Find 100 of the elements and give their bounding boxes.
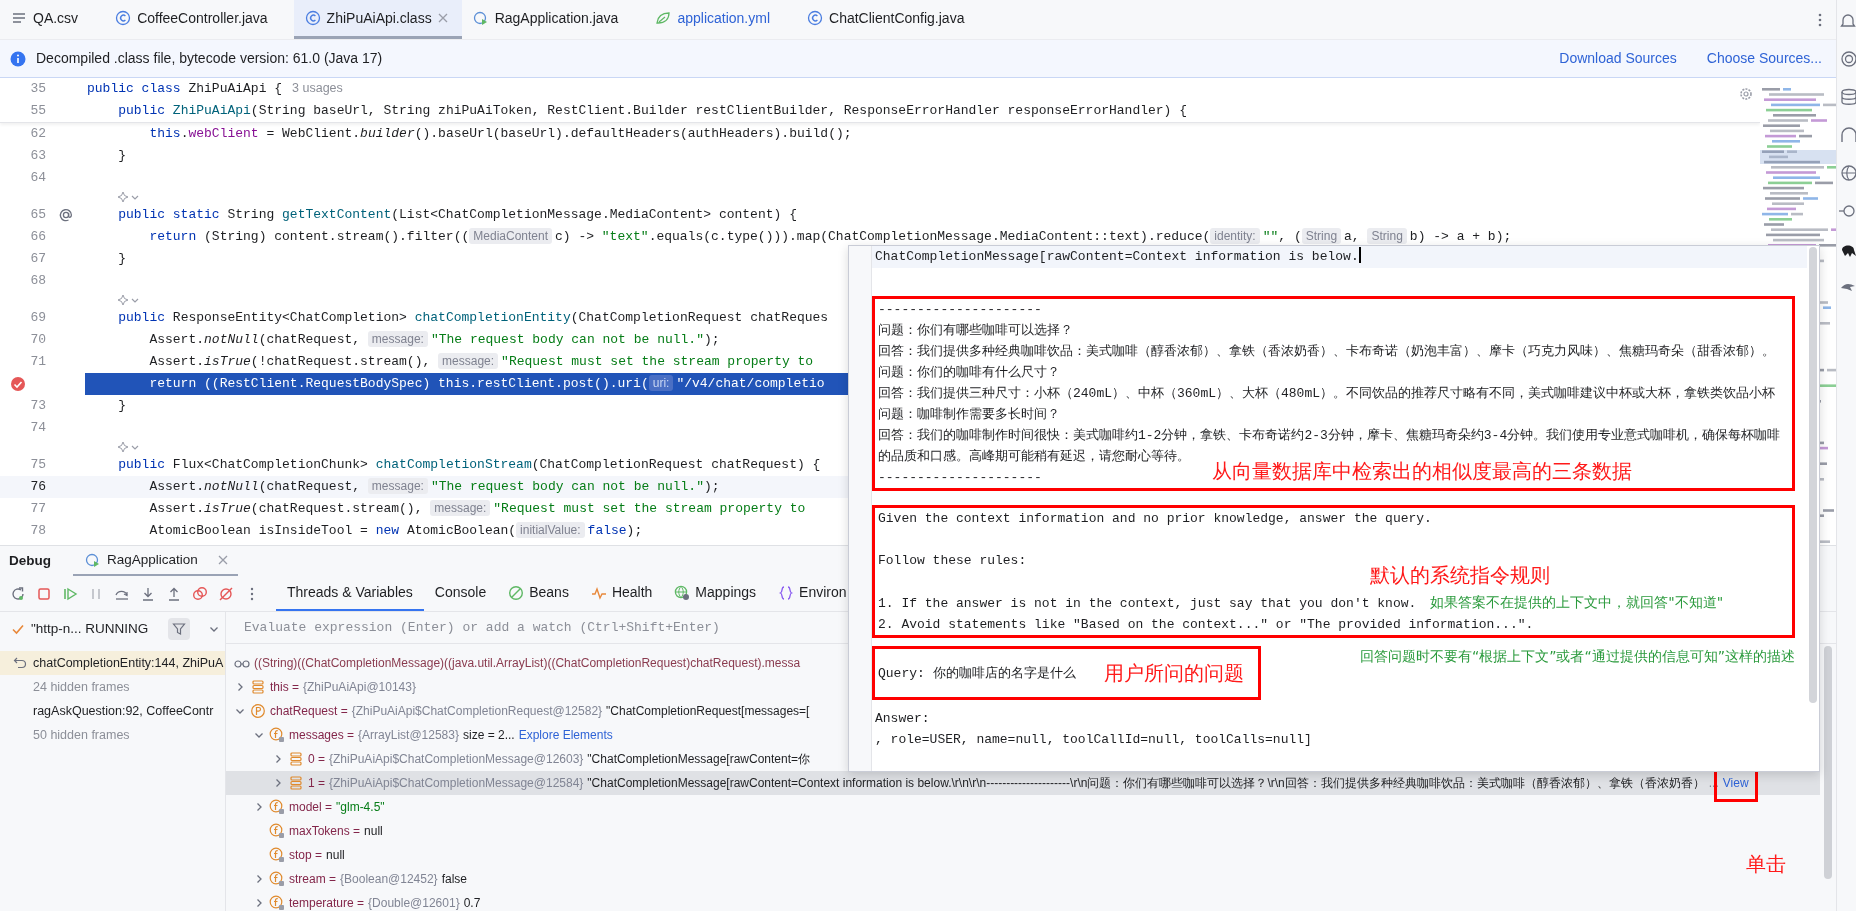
variable-name: stream =	[289, 871, 336, 888]
tab-label: application.yml	[677, 8, 770, 28]
line-number: 62	[30, 125, 46, 144]
variable-value: "glm-4.5"	[336, 799, 385, 816]
variable-value: "ChatCompletionMessage[rawContent=你	[587, 751, 811, 768]
variable-name: maxTokens =	[289, 823, 361, 840]
frame-label: ragAskQuestion:92, CoffeeContr	[33, 702, 214, 720]
variable-name: stop =	[289, 847, 323, 864]
code-line: public static String getTextContent(List<ChatCompletionMessage.MediaContent> content) {	[117, 206, 797, 225]
frame-label: chatCompletionEntity:144, ZhiPuA	[33, 654, 224, 672]
line-number: 67	[30, 250, 46, 269]
popup-line: , role=USER, name=null, toolCallId=null, toolCalls=null]	[875, 732, 1312, 747]
code-line: Assert.isTrue(chatRequest.stream(), message: "Request must set the stream property to	[148, 499, 806, 519]
thread-label: "http-n... RUNNING	[31, 619, 149, 638]
line-number: 71	[30, 353, 46, 372]
tab-label: Console	[434, 583, 487, 602]
tab-label: QA.csv	[33, 8, 79, 28]
tab-label: RagApplication.java	[494, 8, 619, 28]
variable-type: {ZhiPuAiApi$ChatCompletionRequest@12582}	[351, 703, 603, 720]
popup-line: 问题：咖啡制作需要多长时间？	[878, 407, 1060, 422]
tab-label: Beans	[529, 583, 569, 602]
tab-label: ChatClientConfig.java	[829, 8, 965, 28]
variable-value: null	[364, 823, 383, 840]
line-number: 63	[30, 147, 46, 166]
variable-name: this =	[270, 679, 299, 696]
line-number: 78	[30, 522, 46, 541]
popup-line: 回答：我们提供多种经典咖啡饮品：美式咖啡（醇香浓郁）、拿铁（香浓奶香）、卡布奇诺（奶泡丰富）、摩卡（巧克力风味）、焦糖玛奇朵（甜香浓郁）。	[878, 344, 1775, 359]
line-number: 73	[30, 397, 46, 416]
line-number: 69	[30, 309, 46, 328]
code-line: }	[117, 250, 126, 269]
annotation-label: 单击	[1746, 851, 1786, 878]
hidden-frames-label: 50 hidden frames	[33, 726, 130, 744]
code-line: AtomicBoolean isInsideTool = new AtomicBoolean( initialValue: false);	[148, 521, 643, 541]
variable-type: {ZhiPuAiApi@10143}	[303, 679, 416, 696]
variable-name: model =	[289, 799, 333, 816]
variable-type: {ZhiPuAiApi$ChatCompletionMessage@12584}	[329, 775, 584, 792]
line-number: 65	[30, 206, 46, 225]
tab-label: Threads & Variables	[287, 583, 413, 602]
code-line: public ZhiPuAiApi(String baseUrl, String zhiPuAiToken, RestClient.Builder restClientBuilder, ResponseErrorHandler responseErrorHandler) {	[117, 102, 1187, 121]
popup-line: ChatCompletionMessage[rawContent=Context information is below.	[875, 249, 1359, 264]
code-line: public ResponseEntity<ChatCompletion> chatCompletionEntity(ChatCompletionRequest chatReques	[117, 309, 829, 328]
tab-label: RagApplication	[107, 550, 198, 569]
popup-line: 2. Avoid statements like "Based on the context..." or "The provided information...".	[878, 617, 1534, 632]
line-number: 77	[30, 500, 46, 519]
variable-type: {ZhiPuAiApi$ChatCompletionMessage@12603}	[329, 751, 584, 768]
tab-label: Health	[611, 583, 653, 602]
annotation-label: 默认的系统指令规则	[1370, 562, 1550, 589]
popup-line: Answer:	[875, 711, 930, 726]
popup-line: 1. If the answer is not in the context, just say that you don't know.	[878, 596, 1417, 611]
line-number: 66	[30, 228, 46, 247]
variable-value: null	[326, 847, 345, 864]
annotation-label: 回答问题时不要有“根据上下文”或者“通过提供的信息可知”这样的描述	[1360, 647, 1795, 666]
line-number: 76	[30, 478, 46, 497]
line-number: 35	[30, 80, 46, 99]
popup-line: 问题：你们的咖啡有什么尺寸？	[878, 365, 1060, 380]
popup-line: Query: 你的咖啡店的名字是什么	[878, 665, 1076, 681]
line-number: 68	[30, 272, 46, 291]
code-line: public class ZhiPuAiApi { 3 usages	[87, 80, 343, 99]
code-line: }	[117, 147, 126, 166]
annotation-label: 如果答案不在提供的上下文中，就回答"不知道"	[1430, 594, 1724, 610]
variable-value: "ChatCompletionRequest[messages=[	[606, 703, 810, 720]
tab-label: CoffeeController.java	[137, 8, 268, 28]
variable-value: size = 2...	[462, 727, 515, 744]
code-line: this.webClient = WebClient.builder().baseUrl(baseUrl).defaultHeaders(authHeaders).build();	[148, 125, 852, 144]
variable-name: chatRequest =	[270, 703, 348, 720]
popup-line: Follow these rules:	[878, 553, 1027, 568]
code-line: Assert.notNull(chatRequest, message: "The request body can not be null.");	[148, 330, 720, 350]
notice-text: Decompiled .class file, bytecode version: 61.0 (Java 17)	[36, 49, 383, 68]
code-line: return ((RestClient.RequestBodySpec) this.restClient.post().uri( uri: "/v4/chat/completio	[148, 374, 825, 394]
popup-line: Given the context information and no prior knowledge, answer the query.	[878, 511, 1432, 526]
popup-line: 回答：我们提供三种尺寸：小杯（240mL）、中杯（360mL）、大杯（480mL）。不同饮品的推荐尺寸略有不同，美式咖啡建议中杯或大杯，拿铁类饮品小杯	[878, 386, 1776, 401]
variable-value: "ChatCompletionMessage[rawContent=Context information is below.\r\n\r\n---------------------\r\n问题：你们有哪些咖啡可以选择？\r\n回答：我们提供多种经典咖啡饮品：美式咖啡（醇香浓郁）、拿铁（香浓奶香）	[587, 775, 1705, 792]
line-number: 55	[30, 102, 46, 121]
code-line: Assert.notNull(chatRequest, message: "The request body can not be null.");	[148, 477, 720, 497]
variable-value: false	[441, 871, 467, 888]
tab-label: Environ	[799, 583, 847, 602]
code-line: public Flux<ChatCompletionChunk> chatCompletionStream(ChatCompletionRequest chatRequest) {	[117, 456, 821, 475]
variable-name: temperature =	[289, 895, 365, 911]
line-number: 74	[30, 419, 46, 438]
annotation-label: 用户所问的问题	[1103, 660, 1244, 687]
variable-type: {Double@12601}	[368, 895, 460, 911]
popup-line: ---------------------	[878, 470, 1042, 485]
variable-type: {ArrayList@12583}	[358, 727, 459, 744]
hidden-frames-label: 24 hidden frames	[33, 678, 130, 696]
variable-name: ((String)((ChatCompletionMessage)((java.util.ArrayList)((ChatCompletionRequest)chatRequest).messa	[254, 655, 801, 672]
variable-type: {Boolean@12452}	[340, 871, 438, 888]
variable-value: 0.7	[463, 895, 481, 911]
line-number: 70	[30, 331, 46, 350]
line-number: 75	[30, 456, 46, 475]
variable-name: 1 =	[308, 775, 325, 792]
code-line: Assert.isTrue(!chatRequest.stream(), message: "Request must set the stream property to	[148, 352, 814, 372]
panel-title: Debug	[9, 551, 51, 570]
ellipsis-text: ...	[1708, 775, 1719, 792]
tab-label: Mappings	[695, 583, 757, 602]
variable-name: messages =	[289, 727, 355, 744]
popup-line: ---------------------	[878, 302, 1042, 317]
popup-line: 问题：你们有哪些咖啡可以选择？	[878, 323, 1073, 338]
tab-label: ZhiPuAiApi.class	[326, 8, 432, 28]
code-line: }	[117, 397, 126, 416]
line-number: 64	[30, 169, 46, 188]
